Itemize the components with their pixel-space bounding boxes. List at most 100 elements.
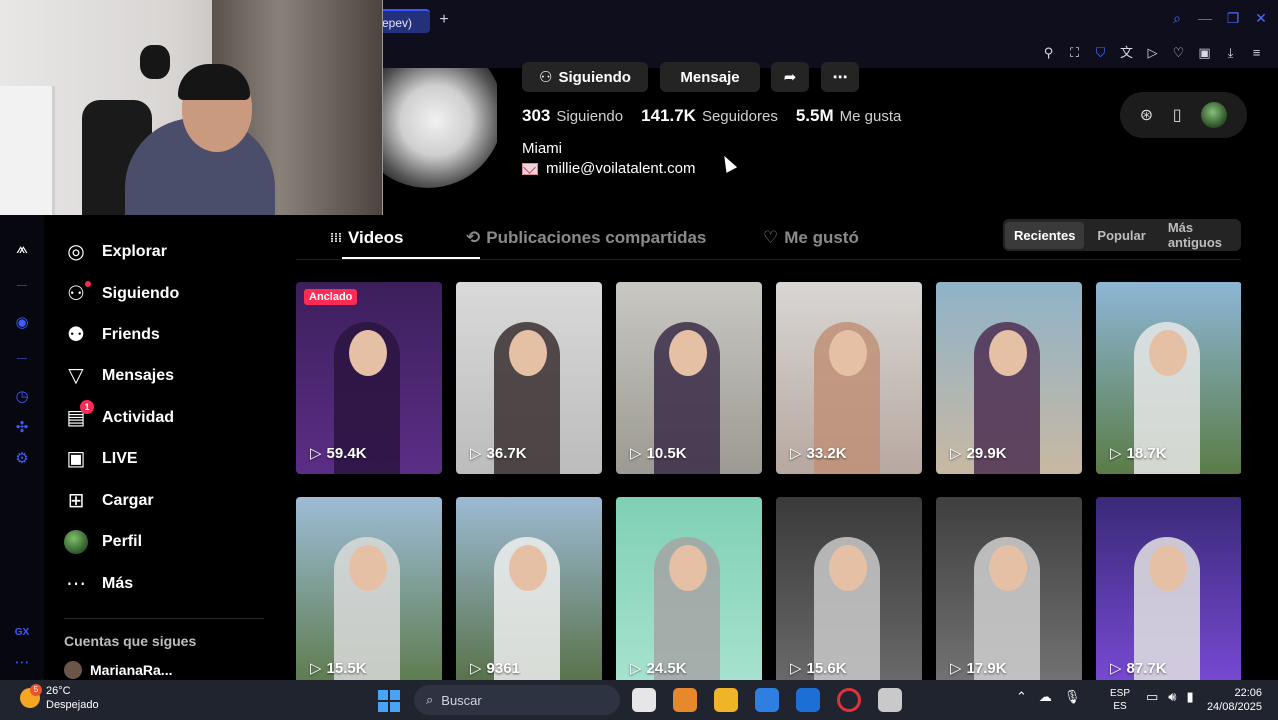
nav-item-live[interactable]: ▣ LIVE [64, 445, 138, 473]
gx-logo-icon[interactable]: ⩕ [12, 239, 32, 259]
video-card[interactable]: ▷ 10.5K [616, 282, 762, 474]
tab-videos[interactable]: ⁞⁞⁞ Videos [330, 228, 403, 248]
video-card[interactable]: ▷ 15.5K [296, 497, 442, 680]
avatar[interactable] [1201, 102, 1228, 128]
video-card[interactable]: ▷ 15.6K [776, 497, 922, 680]
envelope-icon [522, 162, 538, 175]
taskbar-search[interactable]: ⌕ Buscar [414, 685, 620, 715]
video-card[interactable]: ▷ 29.9K [936, 282, 1082, 474]
snapshot-icon[interactable]: ⛶ [1065, 42, 1084, 64]
nav-item-friends[interactable]: ⚉ Friends [64, 321, 160, 349]
message-button[interactable]: Mensaje [660, 62, 760, 92]
volume-icon[interactable]: 🔊︎ [1168, 689, 1176, 705]
battery-icon[interactable]: ▮ [1187, 689, 1194, 705]
wallet-icon[interactable]: ▣ [1195, 42, 1214, 64]
video-card[interactable]: ▷ 24.5K [616, 497, 762, 680]
gx-icon[interactable]: GX [12, 623, 32, 643]
nav-label: Perfil [102, 533, 143, 550]
video-grid: Anclado ▷ 59.4K ▷ 36.7K ▷ 10.5K ▷ 33.2K ▷ 29.9K ▷ 18… [296, 282, 1241, 680]
stat-following[interactable]: 303 Siguiendo [522, 106, 623, 126]
nav-item-mas[interactable]: ⋯ Más [64, 570, 133, 598]
more-icon[interactable]: ⋯ [12, 653, 32, 673]
settings-icon[interactable]: ⊛ [1140, 105, 1153, 125]
video-card[interactable]: ▷ 87.7K [1096, 497, 1241, 680]
translate-icon[interactable]: 文 [1117, 42, 1136, 64]
steam-icon[interactable] [878, 688, 902, 712]
more-icon: ⋯ [66, 573, 86, 595]
stat-followers[interactable]: 141.7K Seguidores [641, 106, 778, 126]
nav-label: Más [102, 575, 134, 592]
extensions-icon[interactable]: ✣ [12, 418, 32, 438]
menu-icon[interactable]: ≡ [1247, 42, 1266, 64]
language-code: ESP [1110, 688, 1131, 699]
download-icon[interactable]: ⤓ [1221, 42, 1240, 64]
video-card[interactable]: ▷ 36.7K [456, 282, 602, 474]
video-card[interactable]: ▷ 33.2K [776, 282, 922, 474]
heart-icon[interactable]: ♡ [1169, 42, 1188, 64]
chevron-up-icon[interactable]: ⌃ [1016, 689, 1027, 705]
profile-email: millie@voilatalent.com [546, 160, 696, 177]
stat-value: 141.7K [641, 106, 696, 125]
video-thumbnail-face [509, 545, 547, 591]
nav-item-cargar[interactable]: ⊞ Cargar [64, 487, 154, 515]
pin-icon[interactable]: ⚲ [1039, 42, 1058, 64]
friends-icon: ⚉ [67, 324, 85, 346]
video-card[interactable]: Anclado ▷ 59.4K [296, 282, 442, 474]
file-explorer-icon[interactable] [714, 688, 738, 712]
start-button[interactable] [378, 690, 400, 712]
share-button[interactable]: ➦ [771, 62, 809, 92]
video-thumbnail-face [989, 545, 1027, 591]
language-indicator[interactable]: ESP ES [1110, 687, 1130, 713]
nav-divider [64, 618, 264, 619]
history-icon[interactable]: ◷ [12, 387, 32, 407]
nav-item-siguiendo[interactable]: ⚇ Siguiendo [64, 280, 179, 308]
avatar-image [383, 68, 497, 188]
sort-recent[interactable]: Recientes [1005, 221, 1085, 249]
following-button[interactable]: ⚇ Siguiendo [522, 62, 648, 92]
sort-popular[interactable]: Popular [1088, 222, 1154, 249]
tab-liked[interactable]: ♡ Me gustó [763, 228, 859, 248]
taskbar-search-label: Buscar [441, 692, 482, 708]
video-card[interactable]: ▷ 9361 [456, 497, 602, 680]
search-icon[interactable]: ⌕ [1168, 8, 1186, 28]
taskbar-clock[interactable]: 22:06 24/08/2025 [1207, 686, 1262, 714]
play-icon: ▷ [470, 660, 482, 677]
webcam-overlay [0, 0, 383, 215]
following-account[interactable]: MarianaRa... [64, 661, 172, 679]
phone-icon[interactable]: ▯ [1173, 105, 1182, 125]
gx-sidebar: ⩕ ◉ ◷ ✣ ⚙ GX ⋯ [0, 215, 44, 680]
user-check-icon: ⚇ [539, 69, 553, 86]
nav-item-actividad[interactable]: ▤ 1 Actividad [64, 400, 174, 432]
shield-icon[interactable]: ⛉ [1091, 42, 1110, 64]
settings-icon[interactable]: ⚙ [12, 449, 32, 469]
nav-label: LIVE [102, 450, 138, 467]
task-view-icon[interactable] [632, 688, 656, 712]
tab-label: Videos [348, 228, 404, 247]
profile-location: Miami [522, 140, 562, 157]
copilot-icon[interactable] [673, 688, 697, 712]
network-icon[interactable]: ▭ [1146, 689, 1158, 705]
restore-icon[interactable]: ❐ [1224, 8, 1242, 28]
tab-reposts[interactable]: ⟲ Publicaciones compartidas [466, 228, 706, 248]
video-card[interactable]: ▷ 18.7K [1096, 282, 1241, 474]
nav-item-explorar[interactable]: ◎ Explorar [64, 238, 167, 266]
video-thumbnail-face [349, 545, 387, 591]
opera-gx-icon[interactable] [837, 688, 861, 712]
nav-item-mensajes[interactable]: ▽ Mensajes [64, 362, 174, 390]
close-icon[interactable]: ✕ [1252, 8, 1270, 28]
store-icon[interactable] [755, 688, 779, 712]
new-tab-button[interactable]: + [436, 9, 452, 31]
cloud-icon[interactable]: ☁ [1039, 689, 1052, 705]
profile-avatar [383, 68, 497, 198]
minimize-icon[interactable]: — [1196, 8, 1214, 28]
outlook-icon[interactable] [796, 688, 820, 712]
video-card[interactable]: ▷ 17.9K [936, 497, 1082, 680]
nav-item-perfil[interactable]: Perfil [64, 528, 142, 556]
play-icon[interactable]: ▷ [1143, 42, 1162, 64]
more-options-button[interactable]: ⋯ [821, 62, 859, 92]
sort-oldest[interactable]: Más antiguos [1159, 214, 1239, 256]
player-icon[interactable]: ◉ [12, 313, 32, 333]
microphone-icon[interactable]: 🎙︎ [1064, 689, 1081, 705]
windows-taskbar: 5 26°C Despejado ⌕ Buscar ⌃ ☁ 🎙︎ ESP ES … [0, 680, 1278, 720]
weather-widget[interactable]: 5 26°C Despejado [20, 684, 99, 712]
